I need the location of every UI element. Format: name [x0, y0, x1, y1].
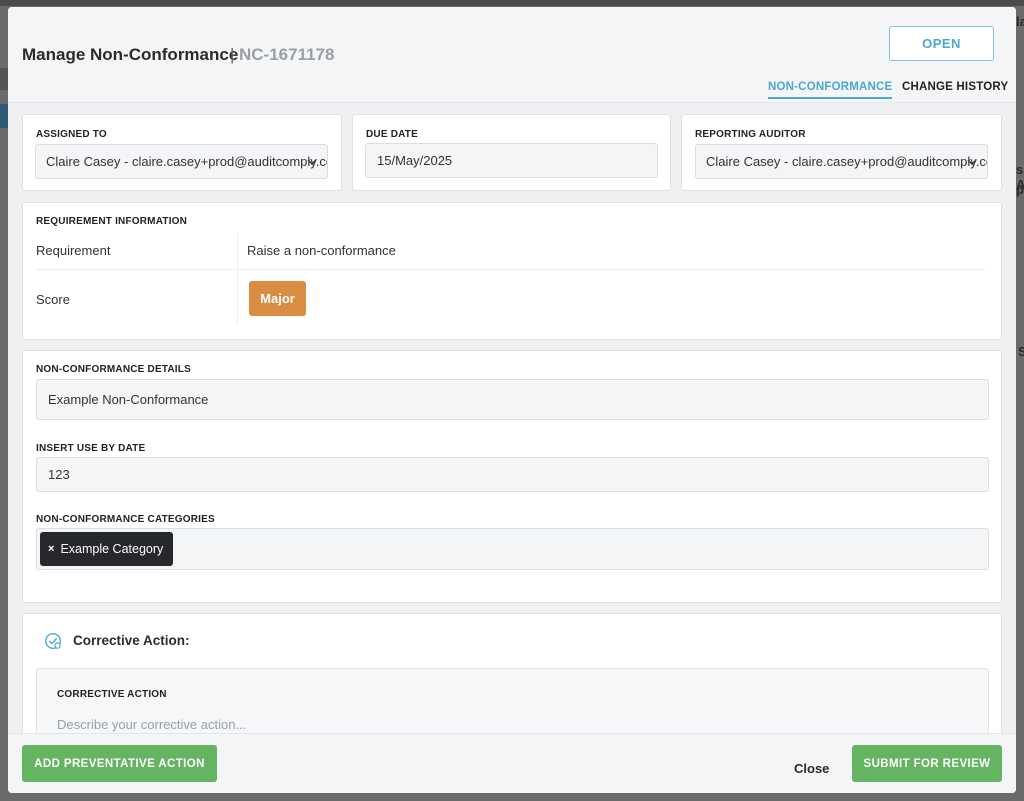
categories-label: NON-CONFORMANCE CATEGORIES: [36, 514, 215, 525]
corrective-action-box: CORRECTIVE ACTION Describe your correcti…: [36, 668, 989, 733]
due-date-label: DUE DATE: [366, 129, 418, 140]
modal-title: Manage Non-Conformance: [22, 45, 239, 64]
assigned-to-label: ASSIGNED TO: [36, 129, 107, 140]
title-separator: |: [230, 45, 235, 64]
modal-header: Manage Non-Conformance | NC-1671178 OPEN…: [8, 7, 1016, 103]
corrective-action-card: Corrective Action: CORRECTIVE ACTION Des…: [22, 613, 1002, 733]
assigned-to-card: ASSIGNED TO Claire Casey - claire.casey+…: [22, 114, 342, 191]
details-value: Example Non-Conformance: [48, 392, 209, 407]
background-text-top: la: [1016, 14, 1024, 29]
manage-nonconformance-modal: Manage Non-Conformance | NC-1671178 OPEN…: [8, 7, 1016, 793]
background-topbar: [0, 0, 1024, 6]
reporting-auditor-value: Claire Casey - claire.casey+prod@auditco…: [706, 154, 988, 169]
requirement-label: Requirement: [36, 243, 111, 258]
remove-category-icon[interactable]: ×: [48, 543, 54, 555]
submit-for-review-button[interactable]: SUBMIT FOR REVIEW: [852, 745, 1002, 782]
requirement-info-heading: REQUIREMENT INFORMATION: [36, 216, 188, 227]
use-by-date-input[interactable]: 123: [36, 457, 989, 492]
due-date-input[interactable]: 15/May/2025: [365, 143, 658, 178]
due-date-value: 15/May/2025: [377, 153, 453, 168]
record-id: NC-1671178: [239, 45, 335, 64]
requirement-info-card: REQUIREMENT INFORMATION Requirement Rais…: [22, 202, 1002, 340]
reporting-auditor-label: REPORTING AUDITOR: [695, 129, 806, 140]
close-button[interactable]: Close: [794, 761, 829, 776]
chevron-down-icon: [967, 159, 977, 165]
corrective-action-title: Corrective Action:: [73, 633, 190, 648]
requirement-column-divider: [237, 233, 238, 325]
tab-non-conformance[interactable]: NON-CONFORMANCE: [768, 81, 893, 99]
details-label: NON-CONFORMANCE DETAILS: [36, 364, 191, 375]
requirement-row-divider: [36, 269, 986, 270]
details-input[interactable]: Example Non-Conformance: [36, 379, 989, 420]
add-preventative-action-button[interactable]: ADD PREVENTATIVE ACTION: [22, 745, 217, 782]
corrective-action-check-icon: [44, 632, 62, 650]
reporting-auditor-select[interactable]: Claire Casey - claire.casey+prod@auditco…: [695, 144, 988, 179]
use-by-date-label: INSERT USE BY DATE: [36, 443, 146, 454]
score-label: Score: [36, 292, 70, 307]
reporting-auditor-card: REPORTING AUDITOR Claire Casey - claire.…: [681, 114, 1002, 191]
assigned-to-select[interactable]: Claire Casey - claire.casey+prod@auditco…: [35, 144, 328, 179]
tab-change-history[interactable]: CHANGE HISTORY: [902, 81, 1008, 97]
modal-content[interactable]: ASSIGNED TO Claire Casey - claire.casey+…: [8, 103, 1016, 733]
background-tab-marker: [0, 68, 8, 90]
status-open-button[interactable]: OPEN: [889, 26, 994, 61]
nonconformance-details-card: NON-CONFORMANCE DETAILS Example Non-Conf…: [22, 350, 1002, 603]
use-by-date-value: 123: [48, 467, 70, 482]
category-chip-label: Example Category: [60, 542, 164, 556]
modal-footer: ADD PREVENTATIVE ACTION Close SUBMIT FOR…: [8, 733, 1016, 793]
background-text-low: S: [1018, 344, 1024, 359]
assigned-to-value: Claire Casey - claire.casey+prod@auditco…: [46, 154, 328, 169]
due-date-card: DUE DATE 15/May/2025: [352, 114, 671, 191]
corrective-action-input[interactable]: Describe your corrective action...: [57, 717, 246, 732]
score-major-badge: Major: [249, 281, 306, 316]
corrective-action-label: CORRECTIVE ACTION: [57, 689, 167, 700]
categories-multiselect[interactable]: × Example Category: [36, 528, 989, 570]
background-text-mid2: po: [1016, 182, 1024, 197]
chevron-down-icon: [307, 159, 317, 165]
category-chip: × Example Category: [40, 532, 174, 566]
requirement-value: Raise a non-conformance: [247, 243, 396, 258]
